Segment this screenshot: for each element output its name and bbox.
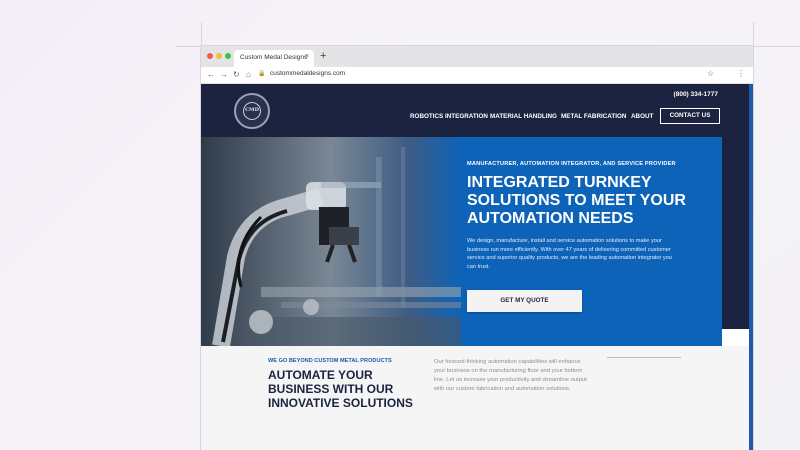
decorative-vertical-line-left [201, 22, 202, 46]
star-icon[interactable]: ☆ [707, 69, 714, 78]
header-side-panel [722, 183, 749, 329]
menu-dots-icon[interactable]: ⋮ [737, 69, 745, 78]
browser-tab[interactable]: Custom Medal Designs × [234, 50, 314, 67]
logo-monogram: CMD [243, 102, 261, 120]
lock-icon: 🔒 [258, 71, 266, 77]
maximize-window-dot[interactable] [225, 53, 231, 59]
decorative-vertical-line-right [753, 22, 754, 46]
url-text: custommedaldesigns.com [270, 70, 346, 77]
reload-icon[interactable]: ↻ [233, 69, 240, 80]
hero-banner: MANUFACTURER, AUTOMATION INTEGRATOR, AND… [201, 137, 722, 346]
new-tab-button[interactable]: + [320, 49, 326, 63]
address-bar[interactable]: 🔒 custommedaldesigns.com ☆ [256, 69, 716, 81]
hero-headline: INTEGRATED TURNKEY SOLUTIONS TO MEET YOU… [467, 174, 686, 227]
phone-number[interactable]: (800) 334-1777 [674, 91, 718, 98]
browser-window: Custom Medal Designs × + ← → ↻ ⌂ 🔒 custo… [201, 46, 753, 450]
close-window-dot[interactable] [207, 53, 213, 59]
nav-robotics-integration[interactable]: ROBOTICS INTEGRATION [410, 113, 488, 120]
nav-material-handling[interactable]: MATERIAL HANDLING [490, 113, 557, 120]
page-blue-edge [749, 84, 753, 450]
hero-body-text: We design, manufacture, install and serv… [467, 238, 672, 270]
company-logo[interactable]: CMD [234, 93, 270, 129]
get-my-quote-button[interactable]: GET MY QUOTE [467, 290, 582, 312]
tab-title: Custom Medal Designs [240, 54, 308, 61]
tab-close-icon[interactable]: × [305, 53, 309, 60]
robotic-arm-image [201, 137, 461, 346]
nav-about[interactable]: ABOUT [631, 113, 653, 120]
intro-body-text: Our forward-thinking automation capabili… [434, 359, 587, 392]
contact-us-button[interactable]: CONTACT US [660, 108, 720, 124]
back-arrow-icon[interactable]: ← [207, 69, 215, 80]
home-icon[interactable]: ⌂ [246, 69, 251, 80]
browser-toolbar: ← → ↻ ⌂ 🔒 custommedaldesigns.com ☆ ⋮ [201, 67, 753, 84]
nav-metal-fabrication[interactable]: METAL FABRICATION [561, 113, 626, 120]
web-page: CMD (800) 334-1777 ROBOTICS INTEGRATION … [201, 84, 753, 450]
intro-divider [607, 357, 681, 358]
minimize-window-dot[interactable] [216, 53, 222, 59]
intro-section: WE GO BEYOND CUSTOM METAL PRODUCTS AUTOM… [201, 346, 749, 450]
forward-arrow-icon[interactable]: → [220, 69, 228, 80]
robotic-arm-illustration [212, 147, 461, 346]
tab-bar: Custom Medal Designs × + [201, 46, 753, 67]
intro-title: AUTOMATE YOUR BUSINESS WITH OUR INNOVATI… [268, 368, 413, 410]
intro-eyebrow: WE GO BEYOND CUSTOM METAL PRODUCTS [268, 358, 392, 364]
hero-eyebrow: MANUFACTURER, AUTOMATION INTEGRATOR, AND… [467, 161, 676, 167]
